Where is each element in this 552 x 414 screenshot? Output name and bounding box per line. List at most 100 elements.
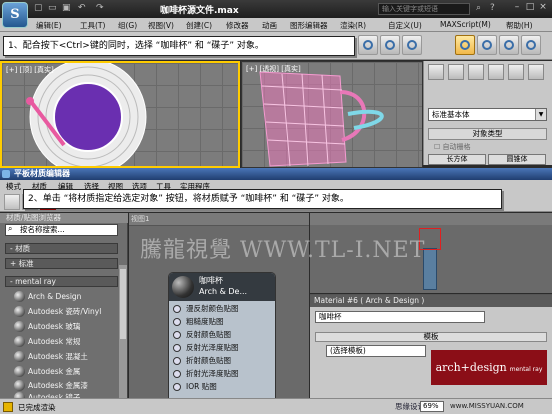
group-materials[interactable]: - 材质 xyxy=(5,243,118,254)
instruction-callout-2: 2、单击 “将材质指定给选定对象” 按钮，将材质赋予 “咖啡杯” 和 “碟子” … xyxy=(23,189,502,209)
menu-tools[interactable]: 工具(T) xyxy=(80,20,105,31)
template-rollout[interactable]: 模板 xyxy=(315,332,547,342)
params-header: Material #6 ( Arch & Design ) xyxy=(310,295,552,307)
toolbar-button-a[interactable] xyxy=(358,35,378,55)
menu-maxscript[interactable]: MAXScript(M) xyxy=(440,20,491,29)
quick-access-new-icon[interactable]: ▢ xyxy=(34,3,43,13)
menu-group[interactable]: 组(G) xyxy=(118,20,137,31)
node-name: 咖啡杯 xyxy=(199,276,223,285)
menu-edit[interactable]: 编辑(E) xyxy=(36,20,62,31)
material-sphere-icon xyxy=(14,336,25,347)
teapot-render-icon xyxy=(526,40,536,50)
quick-access-save-icon[interactable]: ▣ xyxy=(62,3,71,13)
undo-icon[interactable]: ↶ xyxy=(78,3,86,13)
help-icon[interactable]: ? xyxy=(490,3,495,13)
rendered-frame-button[interactable] xyxy=(499,35,519,55)
material-label: Autodesk 常规 xyxy=(28,337,81,346)
status-bar: 已完成渲染 思缘设计论坛 69% www.MISSYUAN.COM xyxy=(0,398,552,414)
object-type-rollout[interactable]: 对象类型 xyxy=(428,128,547,140)
minimize-button[interactable]: – xyxy=(512,2,522,13)
menu-graph-editors[interactable]: 图形编辑器 xyxy=(290,20,328,31)
browser-scrollbar[interactable] xyxy=(119,265,127,398)
node-slot[interactable]: 反射光泽度贴图 xyxy=(169,342,275,354)
list-item[interactable]: Autodesk 玻璃 xyxy=(14,320,118,333)
redo-icon[interactable]: ↷ xyxy=(96,3,104,13)
menu-create[interactable]: 创建(C) xyxy=(186,20,212,31)
viewport-perspective[interactable]: [+] [透视] [真实] xyxy=(241,61,423,168)
maximize-button[interactable]: □ xyxy=(525,2,535,13)
display-tab-icon[interactable] xyxy=(508,64,524,80)
close-button[interactable]: × xyxy=(538,2,548,13)
slot-label: 折射颜色贴图 xyxy=(186,356,231,365)
group-standard[interactable]: + 标准 xyxy=(5,258,118,269)
menu-rendering[interactable]: 渲染(R) xyxy=(340,20,366,31)
list-item[interactable]: Autodesk 混凝土 xyxy=(14,350,118,363)
browser-header: 材质/贴图浏览器 xyxy=(0,213,128,223)
viewport-top[interactable]: [+] [顶] [真实] xyxy=(0,61,240,168)
browser-search-input[interactable]: 按名称搜索... xyxy=(5,224,118,236)
material-map-browser: 材质/贴图浏览器 按名称搜索... - 材质 + 标准 - mental ray… xyxy=(0,213,128,403)
toolbar-button-c[interactable] xyxy=(402,35,422,55)
autogrid-label: 自动栅格 xyxy=(442,143,471,151)
viewport-top-label[interactable]: [+] [顶] [真实] xyxy=(6,65,54,75)
toolbar-button-b[interactable] xyxy=(380,35,400,55)
node-slot[interactable]: 折射光泽度贴图 xyxy=(169,368,275,380)
navigator-header xyxy=(310,213,552,225)
quick-access-open-icon[interactable]: ▭ xyxy=(48,3,57,13)
list-item[interactable]: Autodesk 瓷砖/Vinyl xyxy=(14,305,118,318)
cone-button[interactable]: 圆锥体 xyxy=(488,154,546,165)
menu-customize[interactable]: 自定义(U) xyxy=(388,20,422,31)
create-tab-icon[interactable] xyxy=(428,64,444,80)
material-label: Autodesk 玻璃 xyxy=(28,322,81,331)
slot-label: 漫反射颜色贴图 xyxy=(186,304,239,313)
me-menu-mode[interactable]: 模式 xyxy=(6,181,21,192)
toolbar-a-icon xyxy=(363,40,373,50)
app-logo-icon[interactable]: S xyxy=(2,2,28,28)
primitive-type-dropdown[interactable]: 标准基本体 ▼ xyxy=(428,108,547,121)
menu-animation[interactable]: 动画 xyxy=(262,20,277,31)
tab-view1[interactable]: 视图1 xyxy=(131,214,149,224)
scrollbar-thumb[interactable] xyxy=(120,269,126,339)
search-input[interactable]: 输入关键字或短语 xyxy=(378,3,470,15)
list-item[interactable]: Autodesk 金属 xyxy=(14,365,118,378)
group-mental-ray[interactable]: - mental ray xyxy=(5,276,118,287)
slot-label: 折射光泽度贴图 xyxy=(186,369,239,378)
window-title: 咖啡杯源文件.max xyxy=(160,6,239,16)
modify-tab-icon[interactable] xyxy=(448,64,464,80)
node-slot[interactable]: IOR 贴图 xyxy=(169,381,275,393)
material-node[interactable]: 咖啡杯 Arch & De... 漫反射颜色贴图 粗糙度贴图 反射颜色贴图 反射… xyxy=(168,272,276,398)
utilities-tab-icon[interactable] xyxy=(528,64,544,80)
menu-modifiers[interactable]: 修改器 xyxy=(226,20,249,31)
select-tool-icon[interactable] xyxy=(4,194,20,210)
list-item[interactable]: Arch & Design xyxy=(14,290,118,303)
zoom-field[interactable]: 69% xyxy=(420,401,444,412)
saucer-wireframe xyxy=(26,63,147,166)
arch-design-banner: arch+design mental ray xyxy=(431,350,547,385)
search-icon[interactable]: ⌕ xyxy=(476,3,481,13)
viewport-persp-label[interactable]: [+] [透视] [真实] xyxy=(246,64,301,74)
node-slot[interactable]: 粗糙度贴图 xyxy=(169,316,275,328)
material-label: Autodesk 金属 xyxy=(28,367,81,376)
chevron-down-icon: ▼ xyxy=(535,109,546,120)
material-label: Autodesk 金属漆 xyxy=(28,381,88,390)
node-header: 咖啡杯 Arch & De... xyxy=(169,273,275,301)
material-name-field[interactable]: 咖啡杯 xyxy=(315,311,485,323)
hierarchy-tab-icon[interactable] xyxy=(468,64,484,80)
brand-text: arch+design xyxy=(435,361,507,374)
render-button[interactable] xyxy=(521,35,541,55)
node-slot[interactable]: 反射颜色贴图 xyxy=(169,329,275,341)
socket-icon xyxy=(173,318,181,326)
node-slot[interactable]: 折射颜色贴图 xyxy=(169,355,275,367)
render-setup-button[interactable] xyxy=(477,35,497,55)
material-editor-button[interactable] xyxy=(455,35,475,55)
template-dropdown[interactable]: (选择模板) xyxy=(326,345,426,357)
motion-tab-icon[interactable] xyxy=(488,64,504,80)
list-item[interactable]: Autodesk 常规 xyxy=(14,335,118,348)
menu-views[interactable]: 视图(V) xyxy=(148,20,174,31)
box-button[interactable]: 长方体 xyxy=(428,154,486,165)
toolbar-b-icon xyxy=(385,40,395,50)
node-slot[interactable]: 漫反射颜色贴图 xyxy=(169,303,275,315)
autogrid-checkbox[interactable]: ☐ 自动栅格 xyxy=(434,142,471,152)
menu-help[interactable]: 帮助(H) xyxy=(506,20,533,31)
material-sphere-icon xyxy=(14,321,25,332)
